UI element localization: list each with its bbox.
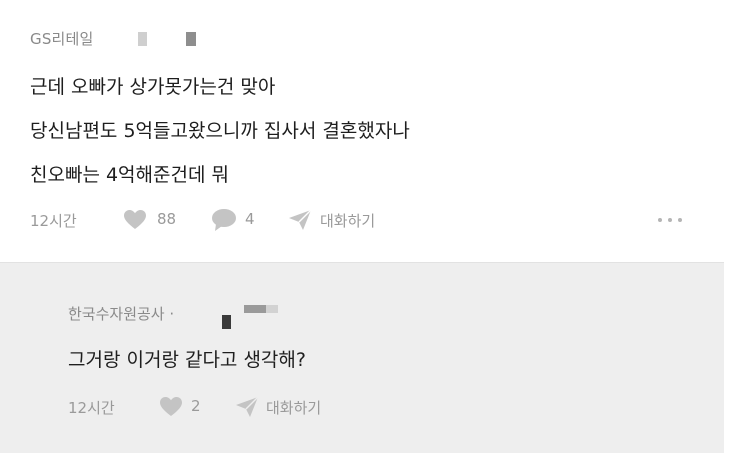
reply-time: 12시간: [68, 399, 115, 417]
comment-text-line: 친오빠는 4억해준건데 뭐: [30, 164, 229, 186]
reply-text: 그거랑 이거랑 같다고 생각해?: [68, 349, 306, 371]
redacted-badge: [186, 32, 196, 46]
comment-company-name[interactable]: GS리테일: [30, 28, 94, 49]
comment-count: 4: [245, 210, 255, 228]
paper-plane-icon[interactable]: [288, 209, 312, 231]
redacted-badge: [138, 32, 147, 46]
redacted-badge: [222, 315, 231, 329]
comment-text-line: 당신남편도 5억들고왔으니까 집사서 결혼했자나: [30, 120, 410, 142]
reply-reply-button[interactable]: 대화하기: [266, 397, 321, 418]
reply-company-name[interactable]: 한국수자원공사 ·: [68, 303, 174, 324]
speech-bubble-icon[interactable]: [211, 208, 237, 232]
reply-button[interactable]: 대화하기: [320, 210, 375, 231]
page-edge: [724, 262, 738, 452]
redacted-badge: [266, 305, 278, 313]
comment-text-line: 근데 오빠가 상가못가는건 맞아: [30, 76, 276, 98]
paper-plane-icon[interactable]: [235, 396, 259, 418]
reply-like-count: 2: [191, 397, 201, 415]
more-dots-icon[interactable]: [657, 216, 685, 224]
heart-icon[interactable]: [123, 209, 147, 231]
like-count: 88: [157, 210, 177, 228]
redacted-badge: [244, 305, 266, 313]
heart-icon[interactable]: [159, 396, 183, 418]
reply-card: 한국수자원공사 · 그거랑 이거랑 같다고 생각해? 12시간 2 대화하기: [0, 262, 724, 453]
comment-time: 12시간: [30, 212, 77, 230]
comment-card: GS리테일 근데 오빠가 상가못가는건 맞아 당신남편도 5억들고왔으니까 집사…: [0, 0, 738, 262]
